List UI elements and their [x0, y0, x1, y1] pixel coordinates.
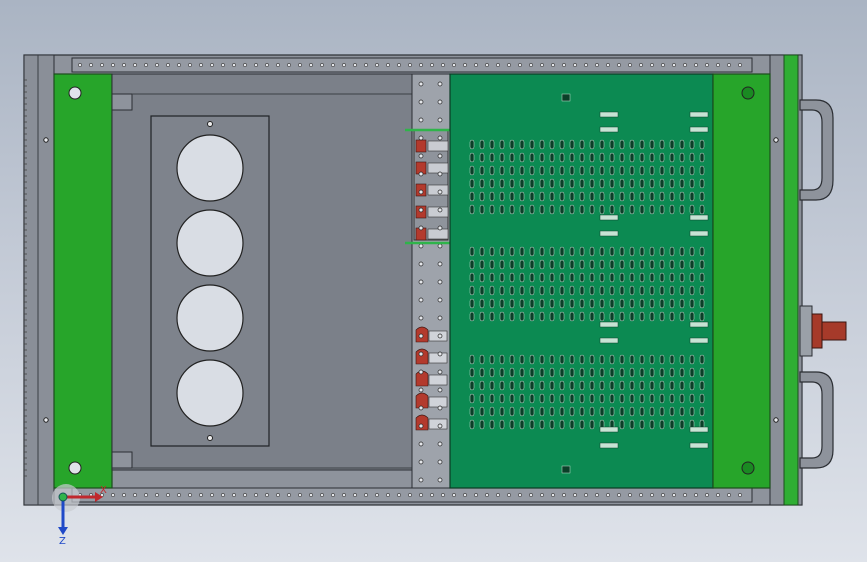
- handle-bottom[interactable]: [799, 371, 834, 469]
- left-end-rail[interactable]: [53, 73, 113, 489]
- right-end-rail[interactable]: [712, 73, 771, 489]
- battery-cell-4[interactable]: [176, 359, 244, 427]
- cad-viewport[interactable]: X Z: [0, 0, 867, 562]
- right-rail-hole-bottom: [741, 461, 755, 475]
- handle-top[interactable]: [799, 99, 834, 201]
- left-flange[interactable]: [23, 54, 55, 506]
- right-rail-hole-top: [741, 86, 755, 100]
- bottom-rail-holes: [78, 493, 742, 497]
- knob-base: [799, 305, 813, 357]
- battery-cell-2[interactable]: [176, 209, 244, 277]
- top-rail[interactable]: [71, 57, 753, 73]
- z-axis-label: Z: [59, 536, 66, 547]
- battery-cell-1[interactable]: [176, 134, 244, 202]
- power-knob[interactable]: [811, 313, 823, 349]
- assembly-drawing: X Z: [23, 54, 847, 547]
- right-outer-strip: [783, 54, 799, 506]
- left-rail-hole-top: [68, 86, 82, 100]
- left-rail-hole-bottom: [68, 461, 82, 475]
- y-axis-dot: [58, 492, 68, 502]
- battery-cell-3[interactable]: [176, 284, 244, 352]
- power-knob-shaft[interactable]: [821, 321, 847, 341]
- top-rail-holes: [78, 63, 742, 67]
- bottom-rail[interactable]: [71, 487, 753, 503]
- x-axis-label: X: [100, 485, 107, 496]
